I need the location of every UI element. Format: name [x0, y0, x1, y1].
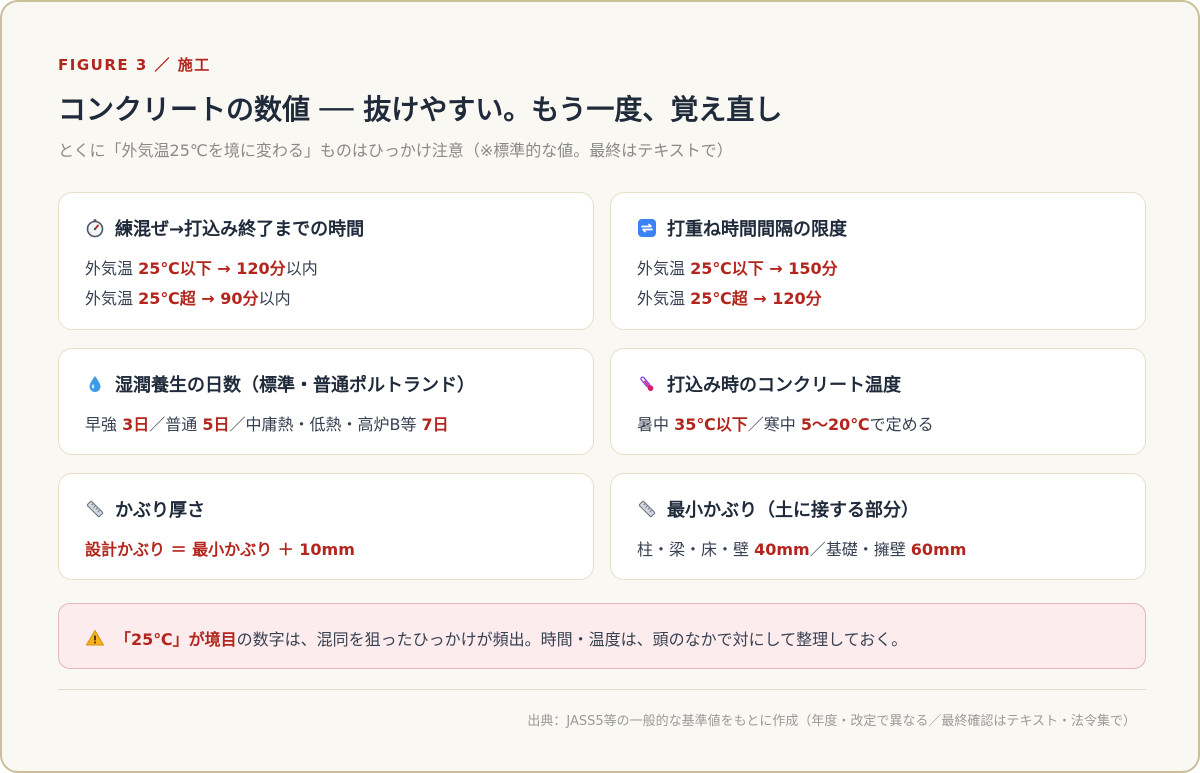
- highlight-value: 5〜20℃: [800, 415, 870, 434]
- stopwatch-icon: [85, 218, 105, 238]
- card-title: 湿潤養生の日数（標準・普通ポルトランド）: [115, 375, 475, 396]
- warning-text: 「25℃」が境目の数字は、混同を狙ったひっかけが頻出。時間・温度は、頭のなかで対…: [85, 626, 907, 650]
- figure-frame: FIGURE 3 ／ 施工 コンクリートの数値 ── 抜けやすい。もう一度、覚え…: [0, 0, 1200, 773]
- line-label: 外気温: [85, 289, 139, 308]
- line-label: 暑中: [637, 415, 675, 434]
- warning-icon: [85, 628, 105, 648]
- line-suffix: で定める: [869, 415, 934, 434]
- card-title: 打重ね時間間隔の限度: [667, 219, 847, 240]
- card-title: 練混ぜ→打込み終了までの時間: [115, 219, 365, 240]
- line-label: ／寒中: [747, 415, 801, 434]
- highlight-value: 7日: [421, 415, 449, 434]
- card-line: 早強 3日／普通 5日／中庸熱・低熱・高炉B等 7日: [85, 411, 449, 435]
- card-header: 最小かぶり（土に接する部分）: [637, 496, 919, 522]
- card-minimum-cover: 最小かぶり（土に接する部分） 柱・梁・床・壁 40mm／基礎・擁壁 60mm: [610, 473, 1146, 580]
- card-cover-thickness: かぶり厚さ 設計かぶり ＝ 最小かぶり ＋ 10mm: [58, 473, 594, 580]
- page-subtitle: とくに「外気温25℃を境に変わる」ものはひっかけ注意（※標準的な値。最終はテキス…: [58, 141, 733, 160]
- card-title: かぶり厚さ: [115, 500, 205, 521]
- water-drop-icon: [85, 374, 105, 394]
- card-placing-temperature: 打込み時のコンクリート温度 暑中 35℃以下／寒中 5〜20℃で定める: [610, 348, 1146, 455]
- line-label: ／中庸熱・低熱・高炉B等: [229, 415, 422, 434]
- figure-label: FIGURE 3 ／ 施工: [58, 56, 211, 74]
- highlight-value: 25℃以下 → 150分: [690, 259, 838, 278]
- card-line: 暑中 35℃以下／寒中 5〜20℃で定める: [637, 411, 934, 435]
- highlight-value: 40mm: [754, 540, 810, 559]
- card-line: 外気温 25℃超 → 120分: [637, 285, 822, 309]
- card-title: 最小かぶり（土に接する部分）: [667, 500, 919, 521]
- line-label: 外気温: [85, 259, 139, 278]
- divider: [58, 689, 1146, 690]
- warning-body: の数字は、混同を狙ったひっかけが頻出。時間・温度は、頭のなかで対にして整理してお…: [236, 630, 908, 649]
- page-title: コンクリートの数値 ── 抜けやすい。もう一度、覚え直し: [58, 93, 783, 126]
- card-title: 打込み時のコンクリート温度: [667, 375, 901, 396]
- highlight-value: 60mm: [910, 540, 967, 559]
- warning-callout: 「25℃」が境目の数字は、混同を狙ったひっかけが頻出。時間・温度は、頭のなかで対…: [58, 603, 1146, 669]
- line-label: ／基礎・擁壁: [809, 540, 911, 559]
- highlight-value: 25℃以下 → 120分: [138, 259, 286, 278]
- ruler-icon: [637, 499, 657, 519]
- line-suffix: 以内: [285, 259, 318, 278]
- line-label: ／普通: [149, 415, 203, 434]
- highlight-value: 25℃超 → 120分: [690, 289, 822, 308]
- warning-emphasis: 「25℃」が境目: [115, 630, 237, 649]
- highlight-value: 35℃以下: [674, 415, 748, 434]
- highlight-value: 25℃超 → 90分: [138, 289, 259, 308]
- card-line: 外気温 25℃以下 → 120分以内: [85, 255, 318, 279]
- card-line: 外気温 25℃超 → 90分以内: [85, 285, 291, 309]
- card-curing-days: 湿潤養生の日数（標準・普通ポルトランド） 早強 3日／普通 5日／中庸熱・低熱・…: [58, 348, 594, 455]
- card-lift-interval: 打重ね時間間隔の限度 外気温 25℃以下 → 150分 外気温 25℃超 → 1…: [610, 192, 1146, 330]
- card-header: かぶり厚さ: [85, 496, 205, 522]
- source-note: 出典：JASS5等の一般的な基準値をもとに作成（年度・改定で異なる／最終確認はテ…: [527, 714, 1136, 729]
- line-label: 早強: [85, 415, 123, 434]
- thermometer-icon: [637, 374, 657, 394]
- highlight-value: 5日: [202, 415, 230, 434]
- ruler-icon: [85, 499, 105, 519]
- line-label: 外気温: [637, 289, 691, 308]
- card-header: 打込み時のコンクリート温度: [637, 371, 901, 397]
- card-mixing-time: 練混ぜ→打込み終了までの時間 外気温 25℃以下 → 120分以内 外気温 25…: [58, 192, 594, 330]
- line-label: 外気温: [637, 259, 691, 278]
- line-suffix: 以内: [258, 289, 291, 308]
- cover-formula: 設計かぶり ＝ 最小かぶり ＋ 10mm: [85, 540, 355, 559]
- card-header: 湿潤養生の日数（標準・普通ポルトランド）: [85, 371, 475, 397]
- card-line: 外気温 25℃以下 → 150分: [637, 255, 838, 279]
- card-header: 練混ぜ→打込み終了までの時間: [85, 215, 364, 241]
- repeat-arrows-icon: [637, 218, 657, 238]
- highlight-value: 3日: [122, 415, 150, 434]
- line-label: 柱・梁・床・壁: [637, 540, 755, 559]
- card-header: 打重ね時間間隔の限度: [637, 215, 847, 241]
- card-line: 柱・梁・床・壁 40mm／基礎・擁壁 60mm: [637, 536, 966, 560]
